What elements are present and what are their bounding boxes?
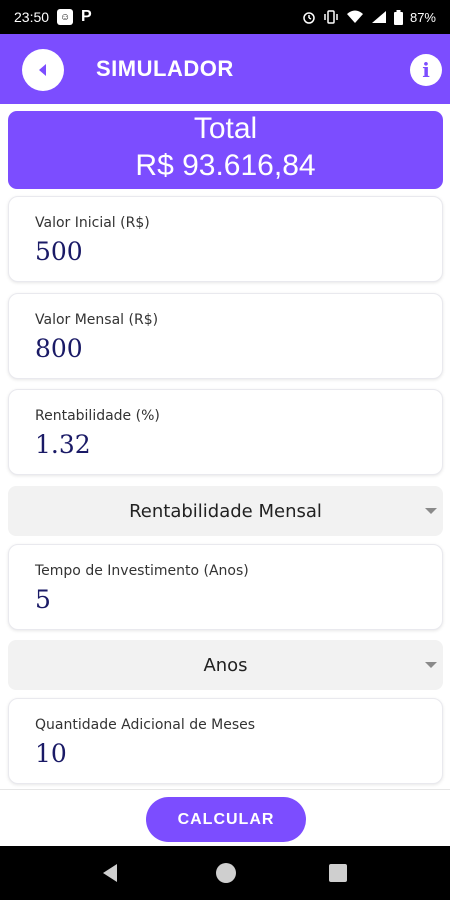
total-card: Total R$ 93.616,84	[8, 111, 443, 189]
vibrate-icon	[324, 10, 338, 24]
chevron-down-icon	[425, 508, 437, 514]
valor-inicial-input[interactable]: 500	[35, 237, 83, 266]
calcular-button[interactable]: CALCULAR	[146, 797, 306, 842]
valor-inicial-label: Valor Inicial (R$)	[35, 215, 150, 231]
info-icon: i	[422, 58, 430, 82]
total-label: Total	[193, 112, 258, 145]
app-bar: SIMULADOR i	[0, 34, 450, 104]
wifi-icon	[346, 10, 363, 23]
status-right: 87%	[302, 9, 436, 25]
bottom-action-bar: CALCULAR	[0, 789, 450, 846]
system-nav-bar	[0, 846, 450, 900]
nav-recent-icon[interactable]	[329, 864, 347, 882]
nav-back-icon[interactable]	[100, 863, 120, 883]
status-bar: 23:50 ☺ P 87%	[0, 0, 450, 34]
rentabilidade-field[interactable]: Rentabilidade (%) 1.32	[8, 389, 443, 475]
tempo-input[interactable]: 5	[35, 585, 51, 614]
total-value: R$ 93.616,84	[135, 149, 316, 182]
page-title: SIMULADOR	[96, 56, 234, 81]
valor-mensal-field[interactable]: Valor Mensal (R$) 800	[8, 293, 443, 379]
meses-label: Quantidade Adicional de Meses	[35, 717, 256, 733]
p-icon: P	[81, 8, 92, 25]
rentabilidade-type-value: Rentabilidade Mensal	[129, 500, 322, 522]
signal-icon	[371, 11, 386, 23]
chevron-down-icon	[425, 662, 437, 668]
rentabilidade-type-dropdown[interactable]: Rentabilidade Mensal	[8, 486, 443, 536]
rentabilidade-input[interactable]: 1.32	[35, 430, 91, 459]
tempo-unit-value: Anos	[203, 654, 248, 676]
valor-mensal-label: Valor Mensal (R$)	[35, 312, 159, 328]
status-time: 23:50	[14, 9, 50, 25]
valor-inicial-field[interactable]: Valor Inicial (R$) 500	[8, 196, 443, 282]
app-icon: ☺	[57, 9, 74, 25]
battery-icon	[393, 9, 403, 25]
meses-input[interactable]: 10	[35, 739, 67, 768]
info-button[interactable]: i	[410, 54, 442, 86]
meses-field[interactable]: Quantidade Adicional de Meses 10	[8, 698, 443, 784]
tempo-field[interactable]: Tempo de Investimento (Anos) 5	[8, 544, 443, 630]
alarm-icon	[303, 12, 315, 24]
rentabilidade-label: Rentabilidade (%)	[35, 408, 160, 424]
nav-home-icon[interactable]	[216, 863, 236, 883]
back-button[interactable]	[22, 49, 64, 91]
back-arrow-icon	[39, 64, 46, 76]
valor-mensal-input[interactable]: 800	[35, 334, 83, 363]
battery-percent: 87%	[409, 9, 436, 25]
tempo-unit-dropdown[interactable]: Anos	[8, 640, 443, 690]
status-left: 23:50 ☺ P	[14, 8, 92, 26]
tempo-label: Tempo de Investimento (Anos)	[35, 563, 249, 579]
